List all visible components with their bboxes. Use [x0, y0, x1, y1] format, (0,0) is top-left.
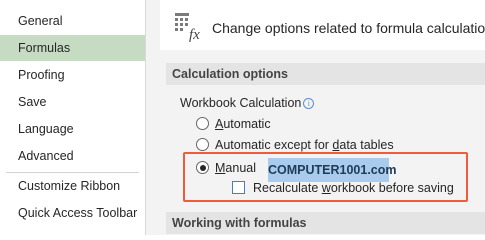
formula-fx-icon: fx — [174, 10, 206, 43]
page-description: Change options related to formula calcul… — [212, 20, 485, 36]
svg-text:fx: fx — [189, 27, 200, 42]
radio-button[interactable] — [196, 138, 209, 151]
radio-automatic-label: Automatic — [215, 117, 271, 131]
section-title-calculation-options: Calculation options — [166, 63, 485, 85]
sidebar-item-proofing[interactable]: Proofing — [0, 62, 145, 88]
radio-automatic-except-label: Automatic except for data tables — [215, 138, 394, 152]
sidebar-item-language[interactable]: Language — [0, 116, 145, 142]
sidebar-item-formulas[interactable]: Formulas — [0, 35, 145, 61]
highlight-annotation-box — [183, 152, 468, 202]
sidebar-item-quick-access-toolbar[interactable]: Quick Access Toolbar — [0, 200, 145, 226]
info-icon[interactable]: i — [303, 98, 315, 109]
workbook-calculation-text: Workbook Calculation — [180, 96, 302, 110]
section-title-working-with-formulas: Working with formulas — [166, 212, 485, 234]
sidebar-item-customize-ribbon[interactable]: Customize Ribbon — [0, 173, 145, 199]
radio-automatic[interactable]: Automatic — [196, 115, 271, 133]
sidebar-item-advanced[interactable]: Advanced — [0, 143, 145, 169]
radio-button[interactable] — [196, 117, 209, 130]
options-sidebar: General Formulas Proofing Save Language … — [0, 0, 146, 235]
sidebar-item-general[interactable]: General — [0, 8, 145, 34]
sidebar-item-save[interactable]: Save — [0, 89, 145, 115]
workbook-calculation-label: Workbook Calculation i — [180, 96, 315, 110]
